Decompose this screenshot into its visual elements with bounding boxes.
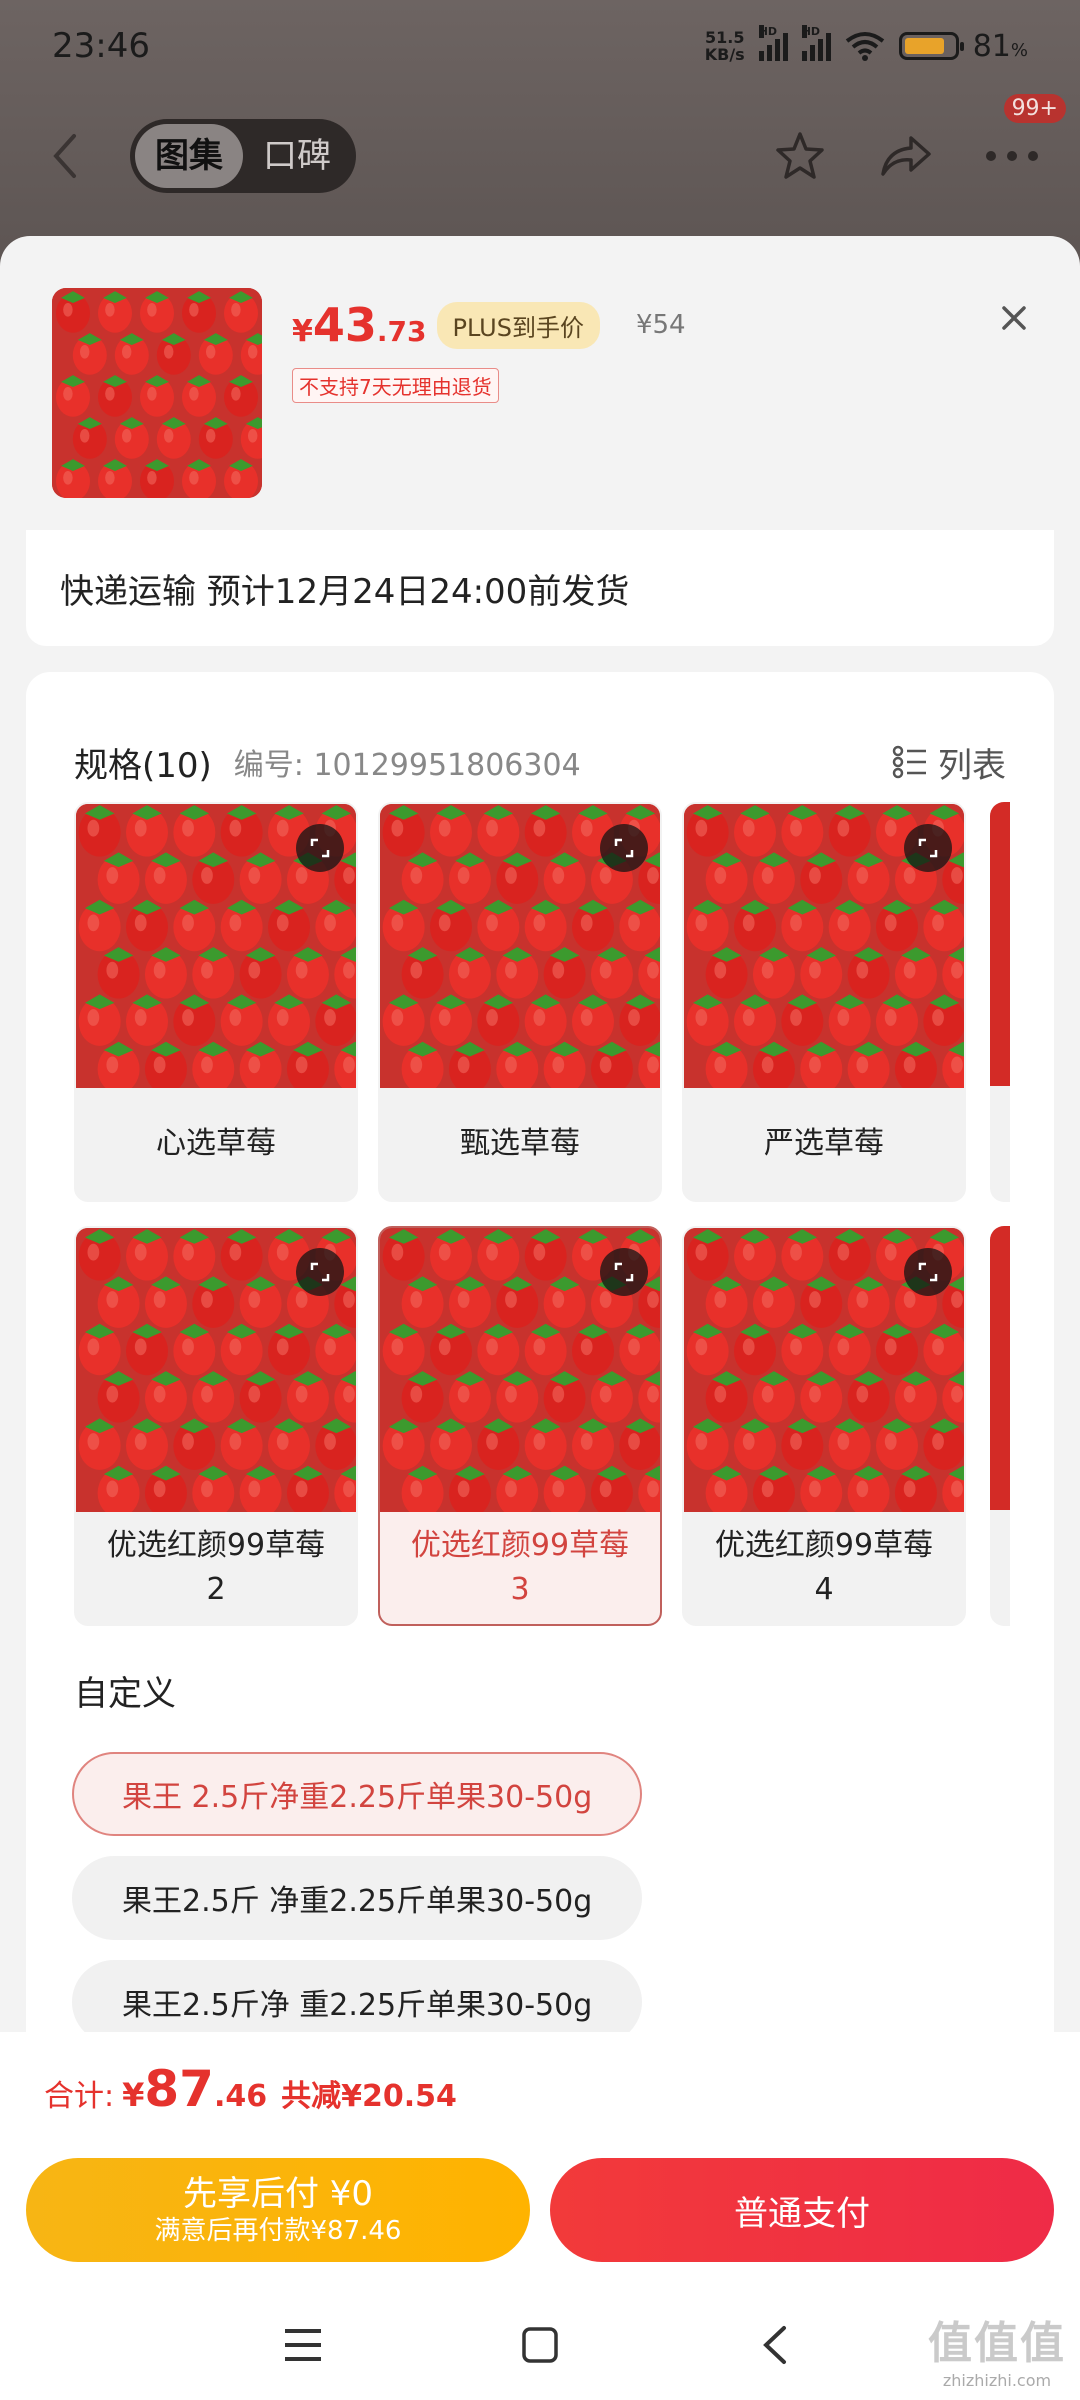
menu-icon[interactable] — [268, 2310, 338, 2380]
expand-icon[interactable] — [600, 1248, 648, 1296]
top-nav: 图集 口碑 99+ — [0, 94, 1080, 200]
battery-icon — [898, 32, 964, 60]
network-speed-unit: KB/s — [704, 45, 745, 64]
product-header: ¥43.73 PLUS到手价 ¥54 不支持7天无理由退货 — [0, 236, 1080, 530]
spec-option-label: 优选红颜99草莓 2 — [106, 1528, 326, 1607]
tab-gallery[interactable]: 图集 — [135, 124, 243, 188]
spec-option-4[interactable]: 优选红颜99草莓 2 — [74, 1226, 358, 1626]
return-policy-notice: 不支持7天无理由退货 — [292, 368, 499, 403]
gallery-review-tabs: 图集 口碑 — [130, 119, 356, 193]
battery-fill — [904, 38, 944, 54]
spec-option-image — [380, 804, 660, 1088]
expand-icon[interactable] — [904, 1248, 952, 1296]
custom-section-title: 自定义 — [74, 1674, 176, 1714]
spec-option-3[interactable]: 严选草莓 — [682, 802, 966, 1202]
status-time: 23:46 — [52, 26, 150, 66]
battery-percent: 81% — [972, 28, 1028, 64]
expand-icon[interactable] — [296, 1248, 344, 1296]
spec-option-label: 优选红颜99草莓 3 — [410, 1528, 630, 1607]
price-block: ¥43.73 PLUS到手价 ¥54 不支持7天无理由退货 — [292, 298, 686, 530]
spec-option-label: 优选红颜99草莓 4 — [714, 1528, 934, 1607]
spec-option-1[interactable]: 心选草莓 — [74, 802, 358, 1202]
spec-option-image — [684, 804, 964, 1088]
hd-label-2: HD — [801, 25, 821, 38]
spec-option-image — [684, 1228, 964, 1512]
signal-icon-2: HD — [801, 25, 831, 61]
shipping-info: 快递运输 预计12月24日24:00前发货 — [26, 530, 1054, 646]
original-price: ¥54 — [635, 310, 686, 340]
spec-option-peek-1[interactable] — [990, 802, 1010, 1202]
network-speed-value: 51.5 — [704, 28, 745, 47]
hd-label: HD — [758, 25, 778, 38]
back-icon[interactable] — [740, 2310, 810, 2380]
spec-option-5[interactable]: 优选红颜99草莓 3 — [378, 1226, 662, 1626]
watermark-logo: 值值值 — [928, 2318, 1066, 2369]
network-speed: 51.5 KB/s — [705, 29, 745, 63]
tab-reviews[interactable]: 口碑 — [243, 124, 351, 188]
shipping-text: 快递运输 预计12月24日24:00前发货 — [60, 571, 630, 612]
notification-badge: 99+ — [1003, 94, 1066, 123]
list-view-toggle[interactable]: 列表 — [892, 738, 1006, 787]
spec-option-label: 心选草莓 — [156, 1126, 276, 1161]
checkout-bar: 合计: ¥ 87 .46 共减¥20.54 先享后付 ¥0 满意后再付款¥87.… — [0, 2032, 1080, 2400]
pay-later-sublabel: 满意后再付款¥87.46 — [154, 2216, 402, 2246]
share-icon[interactable] — [878, 128, 934, 184]
wifi-icon — [845, 32, 884, 61]
custom-option-1[interactable]: 果王 2.5斤净重2.25斤单果30-50g — [72, 1752, 643, 1836]
spec-header: 规格(10) 编号: 10129951806304 列表 — [26, 672, 1054, 822]
nav-actions: 99+ — [772, 94, 1066, 184]
watermark-url: zhizhizhi.com — [942, 2371, 1052, 2390]
list-icon — [892, 745, 926, 779]
list-toggle-label: 列表 — [938, 745, 1006, 786]
spec-option-image — [76, 1228, 356, 1512]
spec-option-label: 严选草莓 — [764, 1126, 884, 1161]
pay-later-label: 先享后付 ¥0 — [182, 2174, 374, 2214]
close-icon — [1002, 306, 1026, 330]
total-label: 合计: — [44, 2079, 115, 2114]
spec-option-2[interactable]: 甄选草莓 — [378, 802, 662, 1202]
spec-title: 规格(10) — [74, 745, 212, 786]
current-price: ¥43.73 — [292, 298, 427, 352]
expand-icon[interactable] — [296, 824, 344, 872]
total-savings: 共减¥20.54 — [281, 2079, 457, 2114]
close-button[interactable] — [984, 288, 1044, 348]
pay-later-button[interactable]: 先享后付 ¥0 满意后再付款¥87.46 — [26, 2158, 530, 2262]
status-icons: 51.5 KB/s HD HD 81% — [705, 25, 1028, 64]
plus-price-tag: PLUS到手价 — [436, 301, 600, 349]
signal-icon: HD — [758, 25, 788, 61]
normal-pay-button[interactable]: 普通支付 — [550, 2158, 1054, 2262]
expand-icon[interactable] — [600, 824, 648, 872]
watermark: 值值值 zhizhizhi.com — [928, 2307, 1066, 2390]
spec-option-image — [76, 804, 356, 1088]
total-price: 合计: ¥ 87 .46 共减¥20.54 — [44, 2060, 457, 2118]
total-decimal: .46 — [213, 2079, 268, 2114]
product-code: 编号: 10129951806304 — [233, 748, 581, 783]
strawberry-image — [52, 288, 262, 498]
spec-option-6[interactable]: 优选红颜99草莓 4 — [682, 1226, 966, 1626]
total-integer: 87 — [144, 2060, 214, 2118]
spec-option-image — [380, 1228, 660, 1512]
custom-option-2[interactable]: 果王2.5斤 净重2.25斤单果30-50g — [72, 1856, 643, 1940]
expand-icon[interactable] — [904, 824, 952, 872]
star-icon[interactable] — [772, 128, 828, 184]
back-icon[interactable] — [40, 126, 90, 186]
total-currency: ¥ — [122, 2076, 145, 2114]
more-icon[interactable] — [984, 128, 1040, 184]
spec-option-peek-2[interactable] — [990, 1226, 1010, 1626]
spec-option-label: 甄选草莓 — [460, 1126, 580, 1161]
status-bar: 23:46 51.5 KB/s HD HD 81% — [0, 0, 1080, 92]
product-thumbnail[interactable] — [52, 288, 262, 498]
home-icon[interactable] — [505, 2310, 575, 2380]
system-nav-bar — [0, 2300, 1080, 2390]
